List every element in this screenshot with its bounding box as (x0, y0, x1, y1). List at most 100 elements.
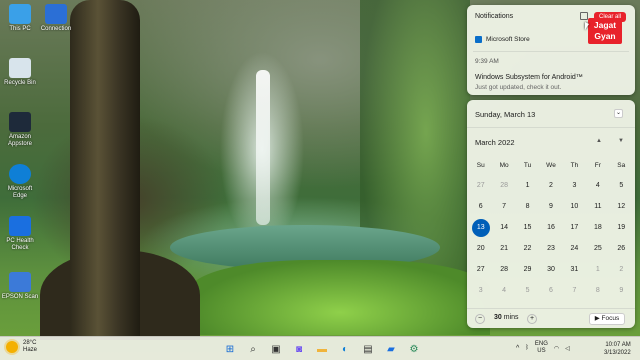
previous-month-icon[interactable]: ▲ (596, 138, 602, 144)
calendar-day[interactable]: 2 (539, 175, 562, 196)
chevron-up-icon[interactable]: ^ (516, 345, 519, 352)
calendar-day[interactable]: 1 (516, 175, 539, 196)
wallpaper-grass (190, 260, 490, 335)
desktop-icon-amazon-appstore[interactable]: Amazon Appstore (0, 112, 40, 148)
calendar-day[interactable]: 15 (516, 217, 539, 238)
photos-icon[interactable]: ▰ (383, 341, 399, 357)
calendar-day[interactable]: 30 (539, 259, 562, 280)
notification-heading[interactable]: Windows Subsystem for Android™ (475, 74, 583, 81)
search-icon[interactable]: ⌕ (245, 341, 261, 357)
calendar-day[interactable]: 24 (563, 238, 586, 259)
connection-icon (45, 4, 67, 24)
calendar-day[interactable]: 27 (469, 259, 492, 280)
logo-line2: Gyan (594, 31, 616, 41)
calendar-day[interactable]: 7 (563, 280, 586, 301)
desktop-icon-edge[interactable]: Microsoft Edge (0, 164, 40, 200)
calendar-day[interactable]: 17 (563, 217, 586, 238)
notification-time: 9:39 AM (475, 58, 499, 65)
region-code: US (537, 348, 546, 354)
desktop-icon-this-pc[interactable]: This PC (0, 4, 40, 33)
decrease-minutes-button[interactable]: − (475, 314, 485, 324)
collapse-chevron-icon[interactable]: ⌄ (614, 109, 623, 118)
calendar-day[interactable]: 20 (469, 238, 492, 259)
calendar-day[interactable]: 3 (469, 280, 492, 301)
calendar-day[interactable]: 14 (492, 217, 515, 238)
calendar-day[interactable]: 23 (539, 238, 562, 259)
focus-button[interactable]: ▶ Focus (589, 313, 625, 325)
edge-icon (9, 164, 31, 184)
notifications-title: Notifications (475, 13, 514, 20)
settings-gear-icon[interactable]: ⚙ (406, 341, 422, 357)
start-windows-icon[interactable]: ⊞ (222, 341, 238, 357)
calendar-day[interactable]: 6 (539, 280, 562, 301)
calendar-date-heading: Sunday, March 13 (475, 110, 536, 119)
calendar-day[interactable]: 12 (610, 196, 633, 217)
calendar-day[interactable]: 11 (586, 196, 609, 217)
calendar-day-today[interactable]: 13 (469, 217, 492, 238)
calendar-day[interactable]: 16 (539, 217, 562, 238)
calendar-day[interactable]: 28 (492, 175, 515, 196)
file-explorer-icon[interactable]: ▬ (314, 341, 330, 357)
divider (473, 51, 629, 52)
calendar-day[interactable]: 2 (610, 259, 633, 280)
divider (467, 127, 635, 128)
jagat-gyan-logo: Jagat Gyan (588, 18, 622, 44)
calendar-day[interactable]: 26 (610, 238, 633, 259)
taskbar-apps: ⊞ ⌕ ▣ ◙ ▬ ◐ ▤ ▰ ⚙ (222, 341, 422, 357)
desktop-icon-pc-health-check[interactable]: PC Health Check (0, 216, 40, 252)
weekday-header: Th (570, 162, 579, 169)
calendar-day[interactable]: 29 (516, 259, 539, 280)
calendar-month[interactable]: March 2022 (475, 138, 515, 147)
weekday-header: Mo (499, 162, 509, 169)
focus-duration: 30 mins (494, 314, 519, 321)
desktop-icon-connection[interactable]: Connection (36, 4, 76, 33)
system-tray: ^ ᛒ ENG US ◠ ◁ (516, 341, 570, 355)
language-indicator[interactable]: ENG US (535, 341, 548, 355)
calendar-day[interactable]: 4 (586, 175, 609, 196)
calendar-day[interactable]: 18 (586, 217, 609, 238)
notification-app-name: Microsoft Store (486, 36, 530, 43)
calendar-day[interactable]: 22 (516, 238, 539, 259)
weather-widget[interactable]: 28°C Haze (6, 340, 37, 354)
calendar-day[interactable]: 19 (610, 217, 633, 238)
weather-text: 28°C Haze (23, 340, 37, 354)
calendar-day[interactable]: 31 (563, 259, 586, 280)
calendar-day[interactable]: 5 (610, 175, 633, 196)
weekday-header: Su (476, 162, 485, 169)
expand-icon[interactable] (580, 12, 588, 20)
next-month-icon[interactable]: ▼ (618, 138, 624, 144)
bluetooth-icon[interactable]: ᛒ (525, 345, 529, 351)
calendar-day[interactable]: 10 (563, 196, 586, 217)
weather-condition: Haze (23, 347, 38, 353)
calendar-day[interactable]: 9 (539, 196, 562, 217)
microsoft-store-icon[interactable]: ▤ (360, 341, 376, 357)
calendar-day[interactable]: 28 (492, 259, 515, 280)
increase-minutes-button[interactable]: + (527, 314, 537, 324)
notification-app-header: Microsoft Store (475, 36, 530, 43)
calendar-day[interactable]: 25 (586, 238, 609, 259)
calendar-day[interactable]: 8 (586, 280, 609, 301)
calendar-day[interactable]: 8 (516, 196, 539, 217)
calendar-day[interactable]: 5 (516, 280, 539, 301)
calendar-day[interactable]: 6 (469, 196, 492, 217)
edge-icon[interactable]: ◐ (337, 341, 353, 357)
calendar-day[interactable]: 9 (610, 280, 633, 301)
calendar-day[interactable]: 21 (492, 238, 515, 259)
calendar-day[interactable]: 3 (563, 175, 586, 196)
volume-icon[interactable]: ◁ (565, 345, 570, 352)
calendar-day[interactable]: 4 (492, 280, 515, 301)
notification-body[interactable]: Just got updated, check it out. (475, 84, 561, 91)
calendar-day[interactable]: 1 (586, 259, 609, 280)
recycle-bin-icon (9, 58, 31, 78)
teams-chat-icon[interactable]: ◙ (291, 341, 307, 357)
task-view-icon[interactable]: ▣ (268, 341, 284, 357)
desktop-icon-recycle-bin[interactable]: Recycle Bin (0, 58, 40, 87)
desktop-icon-epson-scan[interactable]: EPSON Scan (0, 272, 40, 301)
system-clock[interactable]: 10:07 AM 3/13/2022 (604, 341, 631, 357)
focus-session-bar: − 30 mins + ▶ Focus (467, 308, 635, 328)
focus-minutes-value: 30 (494, 314, 502, 321)
calendar-day[interactable]: 7 (492, 196, 515, 217)
wifi-icon[interactable]: ◠ (554, 345, 559, 352)
calendar-day[interactable]: 27 (469, 175, 492, 196)
microsoft-store-icon (475, 36, 482, 43)
